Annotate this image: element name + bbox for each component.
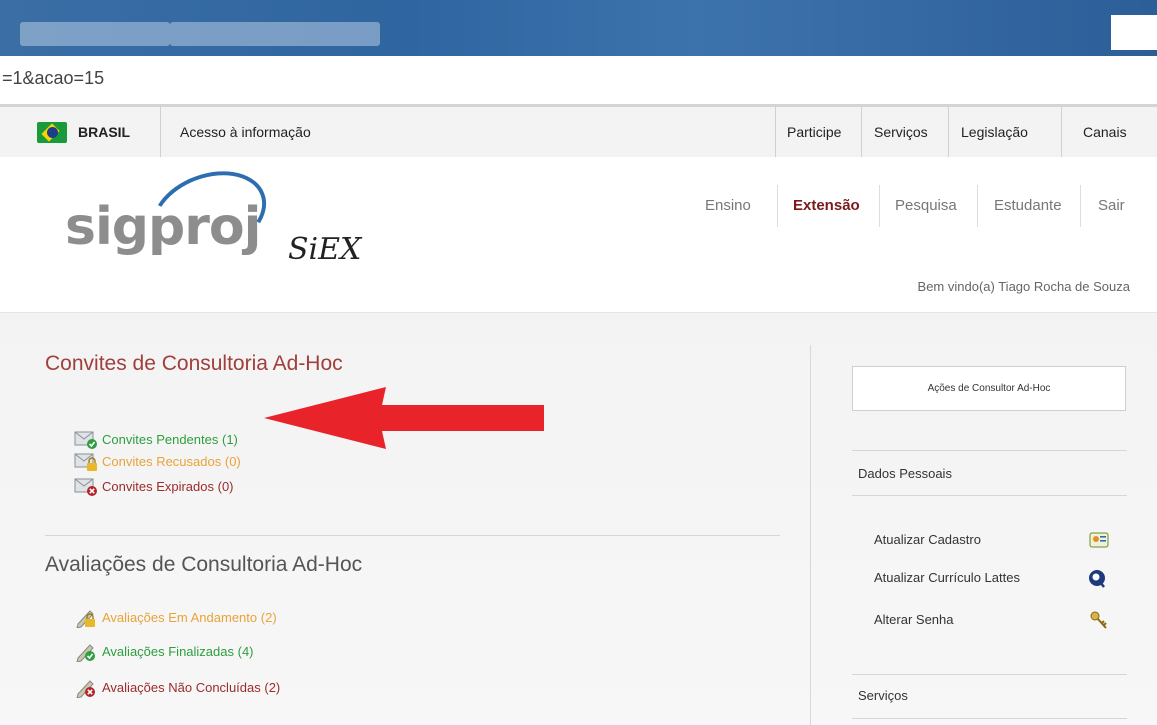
section-divider [45, 535, 780, 536]
avaliacoes-andamento-count: (2) [260, 610, 277, 625]
convites-pendentes-count: (1) [221, 432, 238, 447]
convites-recusados-label: Convites Recusados [102, 454, 222, 469]
avaliacoes-finalizadas-count: (4) [237, 644, 254, 659]
acoes-consultor-button[interactable]: Ações de Consultor Ad-Hoc [852, 366, 1126, 411]
red-arrow-annotation [264, 387, 544, 449]
avaliacoes-nao-concluidas-count: (2) [264, 680, 281, 695]
siex-logo: SiEX [288, 232, 362, 267]
id-card-icon [1089, 532, 1109, 548]
browser-tab[interactable] [170, 22, 380, 46]
nav-sair[interactable]: Sair [1098, 197, 1125, 214]
lattes-icon [1089, 570, 1105, 588]
nav-estudante[interactable]: Estudante [994, 197, 1062, 214]
convites-expirados-label: Convites Expirados [102, 479, 214, 494]
sidebar-line [852, 674, 1127, 675]
envelope-check-icon [74, 431, 97, 449]
canais-link[interactable]: Canais [1083, 107, 1127, 157]
edit-lock-icon [76, 610, 95, 628]
dados-pessoais-title: Dados Pessoais [858, 466, 952, 481]
address-bar[interactable]: =1&acao=15 [0, 60, 1157, 107]
browser-tab-bar [0, 0, 1157, 56]
alterar-senha-link[interactable]: Alterar Senha [874, 612, 954, 627]
convites-pendentes-label: Convites Pendentes [102, 432, 219, 447]
convites-title: Convites de Consultoria Ad-Hoc [45, 352, 343, 375]
key-icon [1090, 611, 1107, 629]
envelope-lock-icon [74, 453, 97, 471]
site-header: sigproj SiEX Ensino Extensão Pesquisa Es… [0, 156, 1157, 313]
atualizar-curriculo-lattes-link[interactable]: Atualizar Currículo Lattes [874, 570, 1020, 585]
servicos-title: Serviços [858, 688, 908, 703]
avaliacoes-finalizadas-label: Avaliações Finalizadas [102, 644, 234, 659]
brasil-link[interactable]: BRASIL [78, 107, 130, 157]
nav-pesquisa[interactable]: Pesquisa [895, 197, 957, 214]
sigproj-logo: sigproj [65, 197, 261, 257]
brazil-flag-icon [37, 122, 67, 143]
convites-expirados-count: (0) [217, 479, 234, 494]
servicos-link[interactable]: Serviços [874, 107, 928, 157]
edit-x-icon [76, 680, 95, 698]
legislacao-link[interactable]: Legislação [961, 107, 1028, 157]
nav-extensao[interactable]: Extensão [793, 197, 860, 214]
acesso-informacao-link[interactable]: Acesso à informação [180, 107, 311, 157]
convites-recusados-count: (0) [224, 454, 241, 469]
atualizar-cadastro-link[interactable]: Atualizar Cadastro [874, 532, 981, 547]
browser-tab[interactable] [20, 22, 170, 46]
window-control[interactable] [1111, 15, 1157, 50]
participe-link[interactable]: Participe [787, 107, 841, 157]
sidebar-line [852, 718, 1127, 719]
edit-check-icon [76, 644, 95, 662]
gov-bar: BRASIL Acesso à informação Participe Ser… [0, 107, 1157, 158]
sidebar-line [852, 450, 1127, 451]
avaliacoes-andamento-label: Avaliações Em Andamento [102, 610, 258, 625]
nav-ensino[interactable]: Ensino [705, 197, 751, 214]
sidebar-line [852, 495, 1127, 496]
avaliacoes-nao-concluidas-label: Avaliações Não Concluídas [102, 680, 261, 695]
avaliacoes-title: Avaliações de Consultoria Ad-Hoc [45, 553, 363, 576]
welcome-text: Bem vindo(a) Tiago Rocha de Souza [917, 279, 1130, 294]
address-text: =1&acao=15 [2, 68, 105, 88]
sidebar-divider [810, 345, 811, 725]
envelope-x-icon [74, 478, 97, 496]
